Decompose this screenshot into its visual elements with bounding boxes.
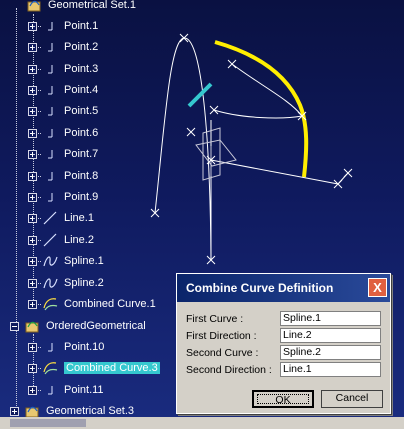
tree-item-label: Point.11 [64,384,104,396]
point-icon [42,382,58,398]
tree-item[interactable]: OrderedGeometrical [10,318,146,334]
close-button[interactable]: X [368,278,387,297]
expand-icon[interactable] [10,406,19,416]
spline-icon [42,275,58,291]
dialog-titlebar[interactable]: Combine Curve Definition [177,274,390,302]
first-direction-row: First Direction : Line.2 [186,328,381,343]
tree-connector [33,26,41,27]
spline-icon [42,253,58,269]
point-icon [42,189,58,205]
tree-item-label: Line.1 [64,212,94,224]
tree-item-label: Point.4 [64,84,99,96]
tree-item-label: Point.2 [64,41,99,53]
first-curve-field[interactable]: Spline.1 [280,311,381,326]
geometrical-set-icon [26,0,42,13]
tree-connector [33,240,41,241]
tree-item[interactable]: Combined Curve.1 [28,296,156,312]
line-1 [210,159,339,185]
tree-connector [33,47,41,48]
tree-item-label: Spline.2 [64,277,104,289]
first-direction-label: First Direction : [186,329,257,342]
tree-connector [33,368,41,369]
second-direction-label: Second Direction : [186,363,272,376]
tree-connector [33,197,41,198]
tree-connector [33,347,41,348]
first-curve-row: First Curve : Spline.1 [186,311,381,326]
tree-item-label: Point.6 [64,127,99,139]
first-direction-field[interactable]: Line.2 [280,328,381,343]
tree-item-label: Point.3 [64,63,99,75]
tree-connector [33,111,41,112]
point-icon [42,339,58,355]
point-icon [42,61,58,77]
cancel-button[interactable]: Cancel [321,390,383,408]
tree-item-label: Combined Curve.3 [64,362,160,374]
tree-connector [33,69,41,70]
tree-item[interactable]: Combined Curve.3 [28,360,160,376]
tree-item-label: Spline.1 [64,255,104,267]
point-icon [42,146,58,162]
tree-item-label: Point.10 [64,341,105,353]
horizontal-scrollbar[interactable] [0,417,404,429]
collapse-icon[interactable] [10,321,19,331]
line-icon [42,232,58,248]
tree-item-label: OrderedGeometrical [46,320,146,332]
combined-curve-icon [42,296,58,312]
line-icon [42,210,58,226]
second-direction-field[interactable]: Line.1 [280,362,381,377]
line-2-highlight [187,82,213,108]
tree-connector [33,176,41,177]
tree-connector [33,90,41,91]
tree-item-label: Geometrical Set.1 [48,0,137,11]
tree-connector [33,304,41,305]
point-markers [150,33,353,265]
point-icon [42,18,58,34]
second-curve-field[interactable]: Spline.2 [280,345,381,360]
combine-curve-dialog: Combine Curve Definition X First Curve :… [176,273,391,414]
second-curve-label: Second Curve : [186,346,259,359]
tree-item-label: Point.9 [64,191,99,203]
dialog-title: Combine Curve Definition [186,281,334,295]
point-icon [42,103,58,119]
tree-item-label: Combined Curve.1 [64,298,156,310]
tree-item-label: Geometrical Set.3 [46,405,135,417]
tree-item-label: Line.2 [64,234,94,246]
tree-connector [16,8,17,408]
ok-button-label: OK [257,394,309,405]
tree-connector [33,283,41,284]
ordered-geometrical-set-icon [24,318,40,334]
tree-connector [33,390,41,391]
tree-item-label: Point.1 [64,20,99,32]
tree-connector [33,154,41,155]
tree-item[interactable]: Geometrical Set.1 [26,0,136,13]
point-icon [42,125,58,141]
second-direction-row: Second Direction : Line.1 [186,362,381,377]
tree-connector [33,218,41,219]
point-icon [42,39,58,55]
tree-item-label: Point.5 [64,105,99,117]
tree-connector [33,261,41,262]
point-icon [42,168,58,184]
scrollbar-thumb[interactable] [10,419,86,427]
combined-curve-icon [42,360,58,376]
combined-curve-highlight [214,40,309,178]
first-curve-label: First Curve : [186,312,244,325]
connector-arc [213,109,303,119]
second-curve-row: Second Curve : Spline.2 [186,345,381,360]
point-icon [42,82,58,98]
tree-item-label: Point.7 [64,148,99,160]
axis-system-icon [195,127,237,181]
tree-item-label: Point.8 [64,170,99,182]
tree-connector [33,133,41,134]
3d-viewport[interactable]: Geometrical Set.1 Point.1 Point.2 Point.3 Po… [0,0,404,429]
ok-button[interactable]: OK [252,390,314,408]
